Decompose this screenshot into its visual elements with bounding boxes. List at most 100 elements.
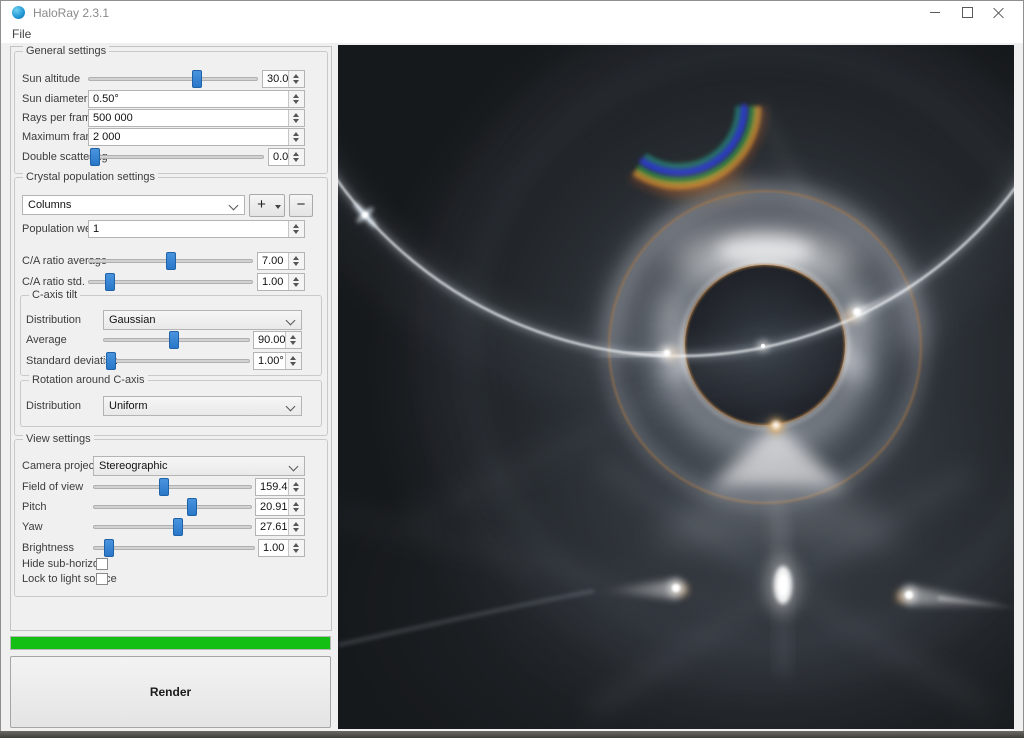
field-of-view-slider[interactable] — [93, 478, 252, 496]
spin-down-icon[interactable] — [293, 119, 299, 123]
spin-down-icon[interactable] — [293, 283, 299, 287]
spin-up-icon[interactable] — [293, 482, 299, 486]
yaw-label: Yaw — [22, 521, 43, 533]
spin-up-icon[interactable] — [293, 277, 299, 281]
group-title: Rotation around C-axis — [29, 374, 148, 386]
field-of-view-slider-handle[interactable] — [159, 478, 169, 496]
spin-down-icon[interactable] — [293, 549, 299, 553]
spin-down-icon[interactable] — [290, 341, 296, 345]
rays-per-frame-label: Rays per frame — [22, 112, 97, 124]
ca-ratio-std-slider[interactable] — [88, 273, 253, 291]
brightness-label: Brightness — [22, 542, 74, 554]
add-population-dropdown[interactable] — [273, 194, 285, 217]
spin-down-icon[interactable] — [293, 80, 299, 84]
remove-population-button[interactable]: − — [289, 194, 313, 217]
spin-up-icon[interactable] — [293, 543, 299, 547]
population-select[interactable]: Columns — [22, 195, 245, 215]
chevron-down-icon — [229, 201, 239, 211]
spin-down-icon[interactable] — [293, 138, 299, 142]
render-button[interactable]: Render — [10, 656, 331, 728]
close-icon — [993, 6, 1005, 18]
tilt-average-spinbox[interactable]: 90.00° — [253, 331, 302, 349]
minimize-icon — [930, 12, 940, 13]
spin-down-icon[interactable] — [290, 362, 296, 366]
ca-ratio-average-slider[interactable] — [88, 252, 253, 270]
sun-diameter-label: Sun diameter — [22, 93, 87, 105]
double-scattering-spinbox[interactable]: 0.00 — [268, 148, 305, 166]
hide-sub-horizon-checkbox[interactable] — [96, 558, 108, 570]
population-weight-spinbox[interactable]: 1 — [88, 220, 305, 238]
spin-up-icon[interactable] — [293, 113, 299, 117]
minimize-button[interactable] — [919, 1, 951, 23]
spin-up-icon[interactable] — [293, 256, 299, 260]
spin-up-icon[interactable] — [293, 502, 299, 506]
app-icon — [12, 6, 25, 19]
spin-down-icon[interactable] — [293, 508, 299, 512]
spin-up-icon[interactable] — [290, 356, 296, 360]
ca-ratio-std-spinbox[interactable]: 1.00 — [257, 273, 305, 291]
render-viewport[interactable] — [338, 45, 1014, 729]
ca-ratio-average-slider-handle[interactable] — [166, 252, 176, 270]
sun-diameter-spinbox[interactable]: 0.50° — [88, 90, 305, 108]
brightness-slider[interactable] — [93, 539, 255, 557]
chevron-down-icon — [286, 402, 296, 412]
sun-altitude-slider-handle[interactable] — [192, 70, 202, 88]
spin-up-icon[interactable] — [290, 335, 296, 339]
rotation-distribution-select[interactable]: Uniform — [103, 396, 302, 416]
tilt-distribution-select[interactable]: Gaussian — [103, 310, 302, 330]
brightness-spinbox[interactable]: 1.00 — [258, 539, 305, 557]
pitch-label: Pitch — [22, 501, 46, 513]
close-button[interactable] — [983, 1, 1015, 23]
spin-up-icon[interactable] — [293, 132, 299, 136]
spin-down-icon[interactable] — [293, 230, 299, 234]
rotation-distribution-label: Distribution — [26, 400, 81, 412]
title-bar[interactable]: HaloRay 2.3.1 — [1, 1, 1023, 23]
brightness-slider-handle[interactable] — [104, 539, 114, 557]
spin-down-icon[interactable] — [293, 100, 299, 104]
tilt-std-slider[interactable] — [103, 352, 250, 370]
spin-down-icon[interactable] — [293, 262, 299, 266]
render-progress-bar — [10, 636, 331, 650]
spin-up-icon[interactable] — [293, 74, 299, 78]
yaw-spinbox[interactable]: 27.61° — [255, 518, 305, 536]
spin-down-icon[interactable] — [293, 158, 299, 162]
tilt-std-spinbox[interactable]: 1.00° — [253, 352, 302, 370]
spin-up-icon[interactable] — [293, 224, 299, 228]
pitch-slider-handle[interactable] — [187, 498, 197, 516]
maximum-frames-spinbox[interactable]: 2 000 — [88, 128, 305, 146]
menu-file[interactable]: File — [7, 26, 36, 42]
tilt-average-slider[interactable] — [103, 331, 250, 349]
tilt-distribution-label: Distribution — [26, 314, 81, 326]
tilt-average-slider-handle[interactable] — [169, 331, 179, 349]
ca-ratio-average-spinbox[interactable]: 7.00 — [257, 252, 305, 270]
pitch-spinbox[interactable]: 20.91° — [255, 498, 305, 516]
spin-up-icon[interactable] — [293, 94, 299, 98]
double-scattering-slider-handle[interactable] — [90, 148, 100, 166]
spin-down-icon[interactable] — [293, 528, 299, 532]
yaw-slider-handle[interactable] — [173, 518, 183, 536]
spin-up-icon[interactable] — [293, 522, 299, 526]
window-title: HaloRay 2.3.1 — [33, 6, 109, 20]
spin-up-icon[interactable] — [293, 152, 299, 156]
yaw-slider[interactable] — [93, 518, 252, 536]
field-of-view-spinbox[interactable]: 159.43° — [255, 478, 305, 496]
rays-per-frame-spinbox[interactable]: 500 000 — [88, 109, 305, 127]
add-population-button[interactable]: + — [249, 194, 274, 217]
maximize-icon — [962, 7, 973, 18]
dropdown-arrow-icon — [275, 205, 281, 209]
chevron-down-icon — [289, 462, 299, 472]
group-title: View settings — [23, 433, 94, 445]
sun-altitude-spinbox[interactable]: 30.00° — [262, 70, 305, 88]
lock-to-light-source-checkbox[interactable] — [96, 573, 108, 585]
render-progress-fill — [11, 637, 330, 649]
group-title: C-axis tilt — [29, 289, 80, 301]
spin-down-icon[interactable] — [293, 488, 299, 492]
maximize-button[interactable] — [951, 1, 983, 23]
ca-ratio-std-slider-handle[interactable] — [105, 273, 115, 291]
double-scattering-slider[interactable] — [88, 148, 264, 166]
camera-projection-select[interactable]: Stereographic — [93, 456, 305, 476]
sun-altitude-slider[interactable] — [88, 70, 258, 88]
tilt-std-slider-handle[interactable] — [106, 352, 116, 370]
pitch-slider[interactable] — [93, 498, 252, 516]
ca-ratio-std-label: C/A ratio std. — [22, 276, 85, 288]
